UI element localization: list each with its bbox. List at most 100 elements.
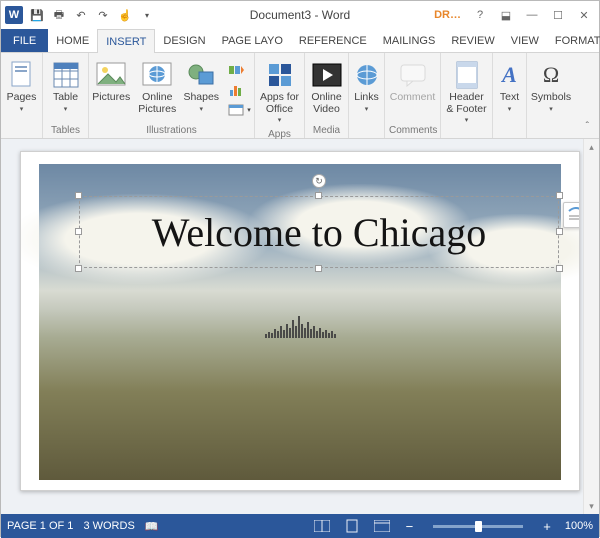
resize-handle-sw[interactable] [75, 265, 82, 272]
group-label [445, 128, 488, 140]
qat-customize-button[interactable]: ▾ [139, 7, 155, 23]
header-footer-button[interactable]: Header & Footer▾ [443, 57, 491, 128]
help-button[interactable]: ? [469, 6, 491, 24]
tab-references[interactable]: REFERENCE [291, 29, 375, 52]
caret-down-icon: ▾ [145, 11, 149, 20]
zoom-slider[interactable] [433, 525, 523, 528]
resize-handle-e[interactable] [556, 228, 563, 235]
group-tables: Table▾ Tables [43, 53, 89, 138]
shapes-button[interactable]: Shapes▾ [181, 57, 221, 116]
links-button[interactable]: Links▾ [351, 57, 383, 116]
shapes-icon [186, 60, 216, 90]
zoom-in-button[interactable]: + [539, 520, 555, 533]
textbox[interactable]: Welcome to Chicago [79, 196, 559, 268]
text-button[interactable]: A Text▾ [495, 57, 525, 116]
table-button[interactable]: Table▾ [45, 57, 87, 116]
close-button[interactable]: ✕ [573, 6, 595, 24]
read-mode-button[interactable] [312, 518, 332, 534]
zoom-slider-thumb[interactable] [475, 521, 482, 532]
screenshot-button[interactable]: ▾ [225, 101, 254, 119]
title-bar: W 💾 🖶 ↶ ↷ ☝ ▾ Document3 - Word DR… ? ⬓ —… [1, 1, 599, 29]
minimize-button[interactable]: — [521, 6, 543, 24]
online-video-button[interactable]: Online Video [307, 57, 347, 118]
comment-icon [398, 60, 428, 90]
group-label [5, 124, 38, 136]
resize-handle-se[interactable] [556, 265, 563, 272]
group-illustrations: Pictures Online Pictures Shapes▾ ▾ Illus… [89, 53, 255, 138]
web-layout-button[interactable] [372, 518, 392, 534]
group-pages: Pages▾ [1, 53, 43, 138]
smartart-button[interactable] [225, 61, 254, 79]
print-layout-button[interactable] [342, 518, 362, 534]
quick-access-toolbar: W 💾 🖶 ↶ ↷ ☝ ▾ [1, 6, 155, 24]
spellcheck-button[interactable]: 📖 [145, 520, 159, 533]
textbox-text[interactable]: Welcome to Chicago [152, 209, 486, 256]
collapse-ribbon-button[interactable]: ˆ [582, 119, 593, 134]
scroll-up-button[interactable]: ▴ [584, 139, 599, 155]
resize-handle-s[interactable] [315, 265, 322, 272]
word-app-icon: W [5, 6, 23, 24]
text-icon: A [495, 60, 525, 90]
spellcheck-icon: 📖 [145, 520, 159, 533]
caret-down-icon: ▾ [508, 106, 512, 114]
tab-design[interactable]: DESIGN [155, 29, 213, 52]
status-bar: PAGE 1 OF 1 3 WORDS 📖 − + 100% [1, 514, 599, 538]
caret-down-icon: ▾ [465, 117, 469, 125]
zoom-out-button[interactable]: − [402, 520, 418, 533]
tab-insert[interactable]: INSERT [97, 29, 155, 53]
tab-review[interactable]: REVIEW [443, 29, 502, 52]
online-pictures-button[interactable]: Online Pictures [135, 57, 179, 118]
tab-home[interactable]: HOME [48, 29, 97, 52]
resize-handle-nw[interactable] [75, 192, 82, 199]
undo-icon: ↶ [76, 9, 85, 22]
ribbon-tabs: FILE HOME INSERT DESIGN PAGE LAYO REFERE… [1, 29, 599, 53]
group-text: A Text▾ [493, 53, 527, 138]
pictures-icon [96, 60, 126, 90]
screenshot-icon [228, 102, 244, 118]
save-icon: 💾 [30, 9, 44, 22]
document-page[interactable]: ↻ Welcome to Chicago [20, 151, 580, 491]
tab-format[interactable]: FORMAT [547, 29, 600, 52]
word-count[interactable]: 3 WORDS [83, 520, 134, 532]
pages-icon [7, 60, 37, 90]
caret-down-icon: ▾ [199, 106, 203, 114]
skyline-silhouette [39, 314, 561, 338]
apps-for-office-button[interactable]: Apps for Office▾ [257, 57, 303, 128]
ribbon-display-button[interactable]: ⬓ [495, 6, 517, 24]
symbols-icon: Ω [536, 60, 566, 90]
textbox-selection[interactable]: ↻ Welcome to Chicago [79, 196, 559, 268]
vertical-scrollbar[interactable]: ▴ ▾ [583, 139, 599, 514]
redo-icon: ↷ [98, 9, 107, 22]
tab-view[interactable]: VIEW [503, 29, 547, 52]
chart-button[interactable] [225, 81, 254, 99]
print-button[interactable]: 🖶 [51, 7, 67, 23]
tab-page-layout[interactable]: PAGE LAYO [214, 29, 291, 52]
resize-handle-w[interactable] [75, 228, 82, 235]
maximize-button[interactable]: ☐ [547, 6, 569, 24]
group-label [497, 124, 522, 136]
layout-options-button[interactable] [563, 202, 580, 228]
pages-button[interactable]: Pages▾ [1, 57, 43, 116]
caret-down-icon: ▾ [278, 117, 282, 125]
save-button[interactable]: 💾 [29, 7, 45, 23]
links-icon [352, 60, 382, 90]
tab-file[interactable]: FILE [1, 29, 48, 52]
box-up-icon: ⬓ [501, 9, 511, 22]
scroll-down-button[interactable]: ▾ [584, 498, 599, 514]
page-indicator[interactable]: PAGE 1 OF 1 [7, 520, 73, 532]
pictures-button[interactable]: Pictures [89, 57, 133, 107]
resize-handle-ne[interactable] [556, 192, 563, 199]
undo-button[interactable]: ↶ [73, 7, 89, 23]
group-label [353, 124, 380, 136]
symbols-button[interactable]: Ω Symbols▾ [529, 57, 573, 116]
touch-mode-button[interactable]: ☝ [117, 7, 133, 23]
apps-icon [265, 60, 295, 90]
account-badge[interactable]: DR… [434, 9, 465, 21]
tab-mailings[interactable]: MAILINGS [375, 29, 444, 52]
rotate-handle[interactable]: ↻ [312, 174, 326, 188]
zoom-level[interactable]: 100% [565, 520, 593, 532]
group-label [531, 124, 571, 136]
redo-button[interactable]: ↷ [95, 7, 111, 23]
resize-handle-n[interactable] [315, 192, 322, 199]
inserted-picture[interactable]: ↻ Welcome to Chicago [39, 164, 561, 480]
